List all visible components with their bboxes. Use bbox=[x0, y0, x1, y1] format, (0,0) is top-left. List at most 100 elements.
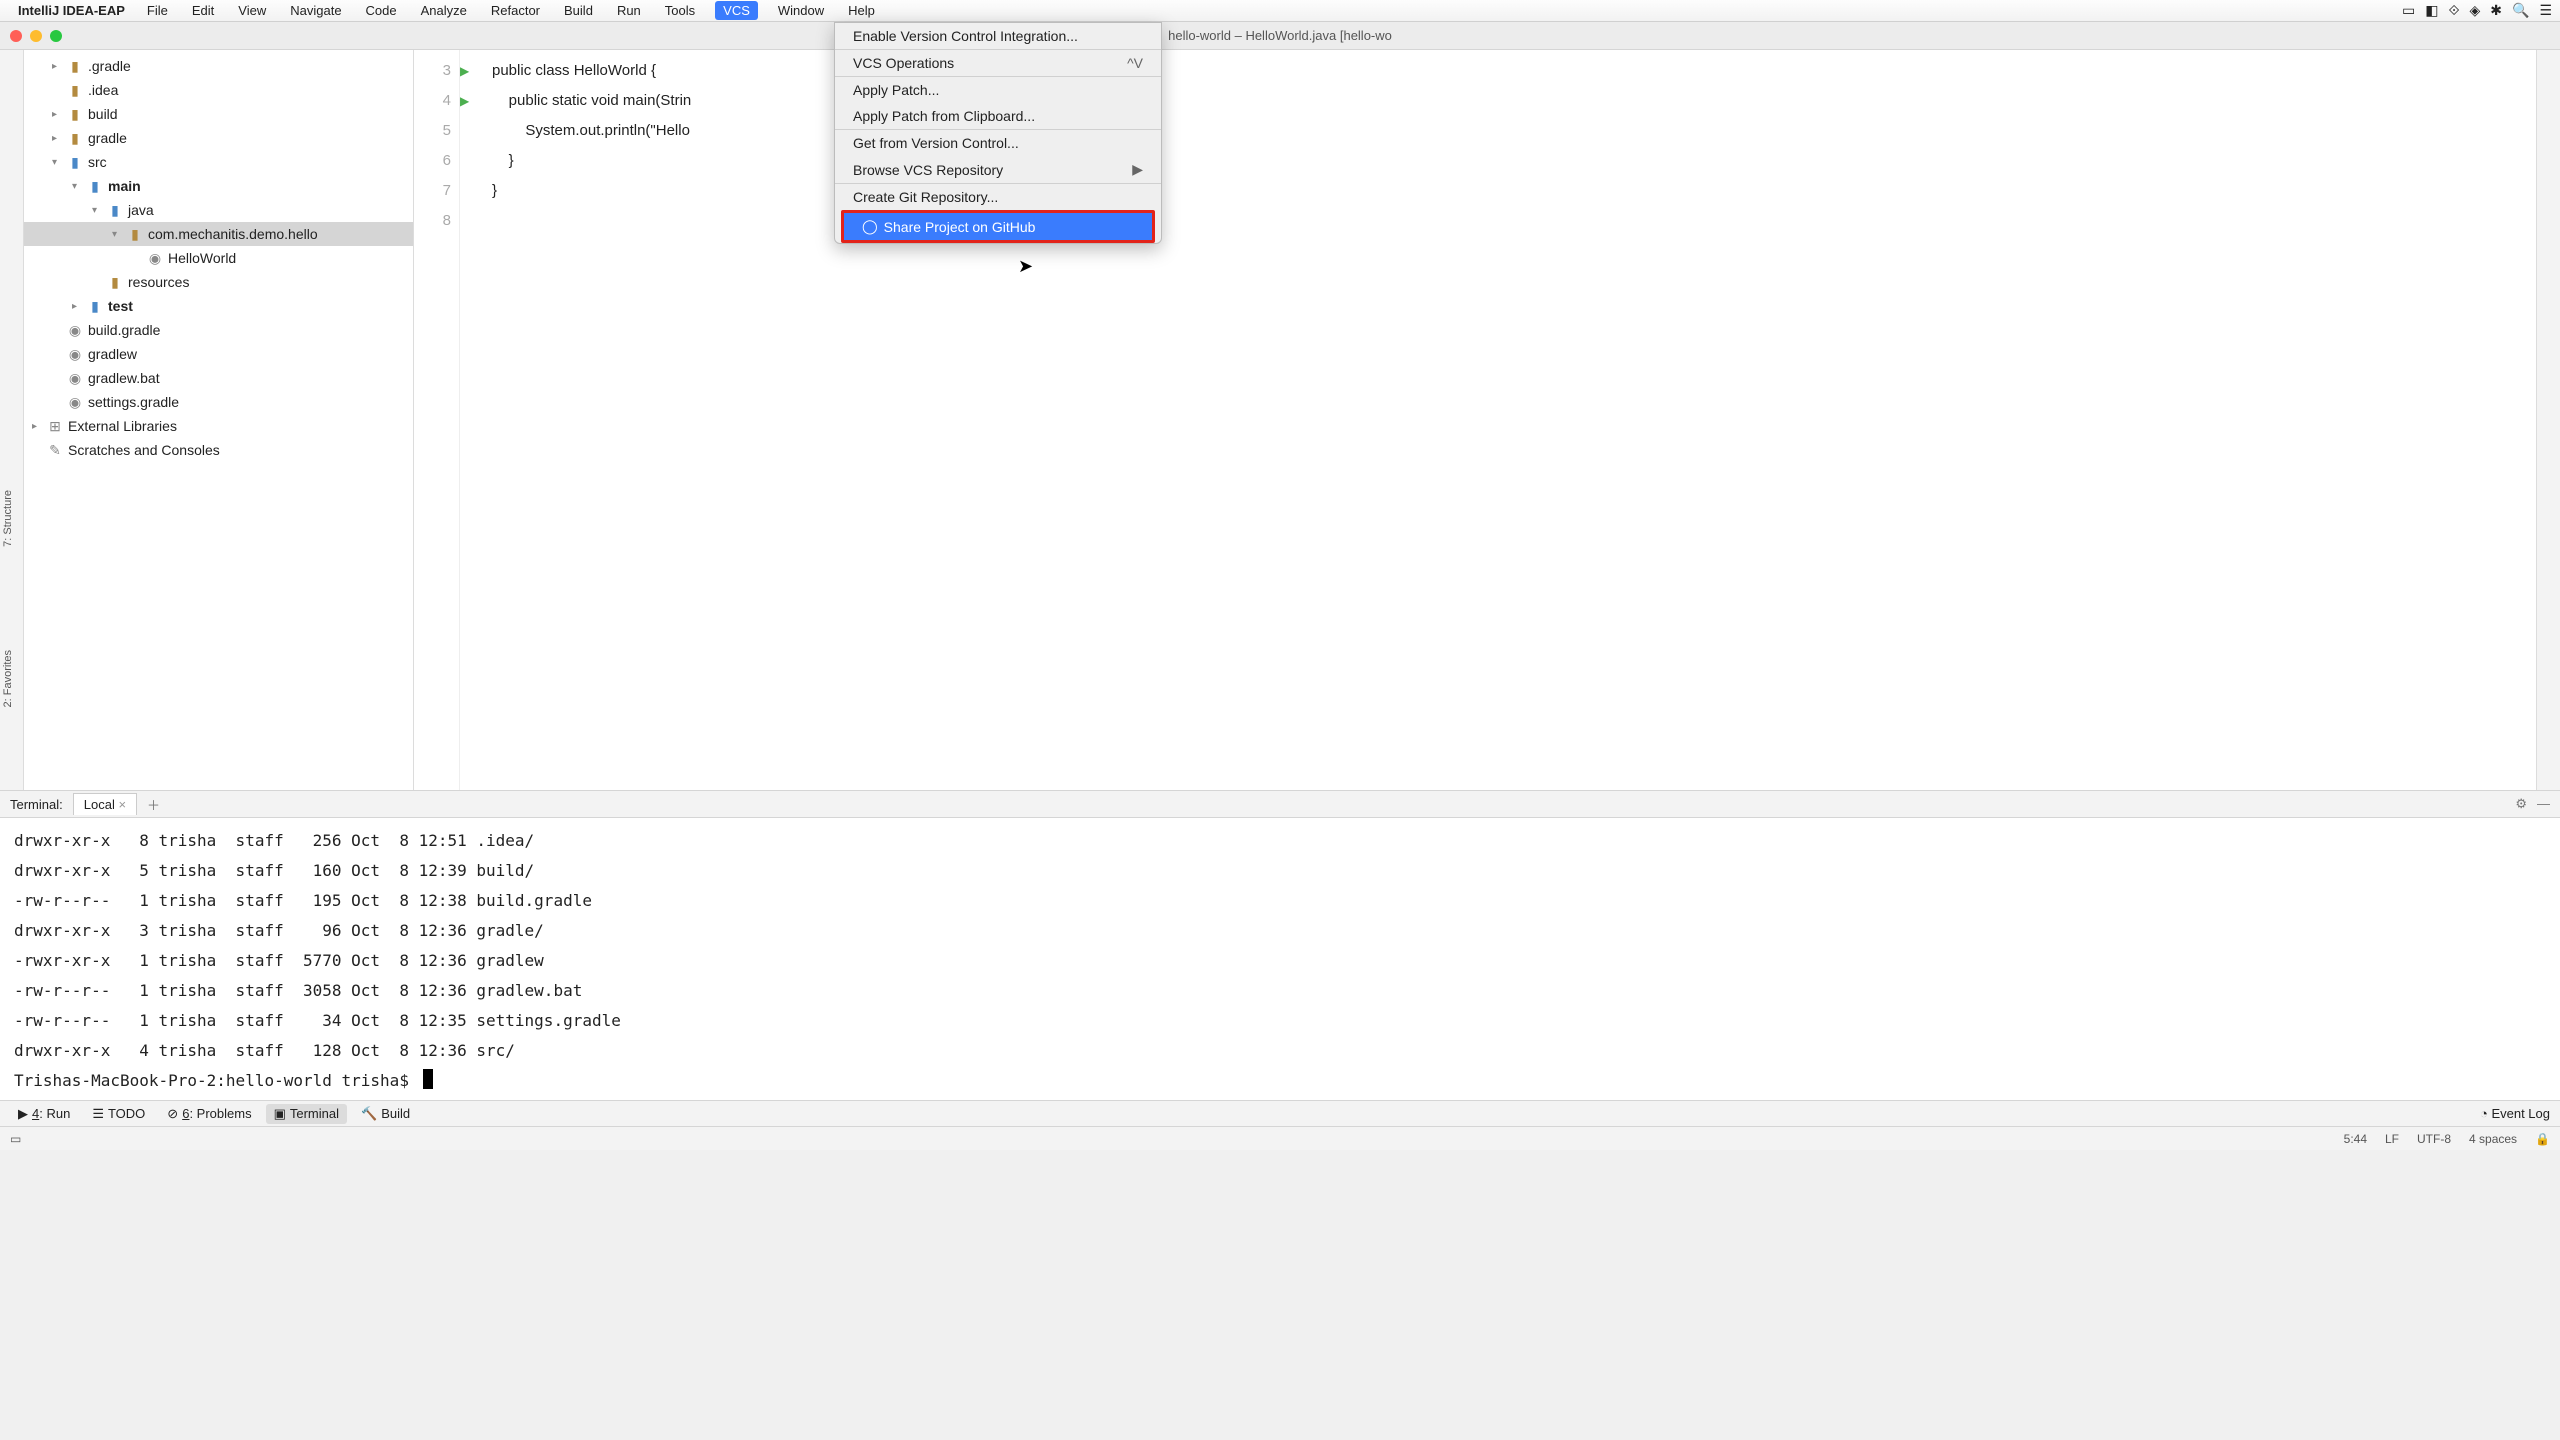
status-item[interactable]: 🔒 bbox=[2535, 1132, 2550, 1146]
tree-item[interactable]: ◉HelloWorld bbox=[24, 246, 413, 270]
terminal-hide-icon[interactable]: — bbox=[2537, 796, 2550, 812]
terminal-settings-icon[interactable]: ⚙ bbox=[2515, 796, 2527, 812]
terminal-new-tab-button[interactable]: ＋ bbox=[147, 795, 160, 814]
tool-icon: ⊘ bbox=[167, 1106, 178, 1122]
toolwindow-6-problems[interactable]: ⊘6: Problems bbox=[159, 1104, 259, 1124]
spotlight-icon[interactable]: 🔍 bbox=[2512, 2, 2529, 19]
menu-file[interactable]: File bbox=[143, 1, 172, 20]
menu-window[interactable]: Window bbox=[774, 1, 828, 20]
terminal-title: Terminal: bbox=[10, 797, 63, 812]
tree-item[interactable]: ◉settings.gradle bbox=[24, 390, 413, 414]
status-bar: ▭ 5:44 LF UTF-8 4 spaces 🔒 bbox=[0, 1126, 2560, 1150]
close-icon[interactable]: × bbox=[118, 797, 126, 812]
minimize-window-button[interactable] bbox=[30, 30, 42, 42]
menu-code[interactable]: Code bbox=[362, 1, 401, 20]
tree-item[interactable]: ▮.idea bbox=[24, 78, 413, 102]
tool-icon: 🔨 bbox=[361, 1106, 377, 1122]
close-window-button[interactable] bbox=[10, 30, 22, 42]
folder-icon: ▮ bbox=[126, 226, 144, 243]
window-title: hello-world – HelloWorld.java [hello-wo bbox=[1168, 28, 1392, 43]
toolwindow-terminal[interactable]: ▣Terminal bbox=[266, 1104, 347, 1124]
folder-blue-icon: ▮ bbox=[86, 298, 104, 315]
tree-item[interactable]: ▾▮java bbox=[24, 198, 413, 222]
folder-blue-icon: ▮ bbox=[106, 202, 124, 219]
tree-item[interactable]: ▸▮gradle bbox=[24, 126, 413, 150]
tree-item[interactable]: ▸▮.gradle bbox=[24, 54, 413, 78]
file-icon: ◉ bbox=[146, 250, 164, 267]
event-log-button[interactable]: ◔ Event Log bbox=[2480, 1106, 2550, 1121]
tree-item[interactable]: ▸▮test bbox=[24, 294, 413, 318]
folder-icon: ▮ bbox=[66, 58, 84, 75]
vcs-menu-item[interactable]: Get from Version Control... bbox=[835, 129, 1161, 156]
vcs-menu-item[interactable]: Enable Version Control Integration... bbox=[835, 23, 1161, 49]
menu-refactor[interactable]: Refactor bbox=[487, 1, 544, 20]
menu-run[interactable]: Run bbox=[613, 1, 645, 20]
status-item[interactable]: LF bbox=[2385, 1132, 2399, 1146]
tree-item[interactable]: ▮resources bbox=[24, 270, 413, 294]
menu-vcs[interactable]: VCS bbox=[715, 1, 758, 20]
menu-navigate[interactable]: Navigate bbox=[286, 1, 345, 20]
vcs-menu-share-github[interactable]: ◯Share Project on GitHub bbox=[844, 213, 1152, 240]
editor-code-area[interactable]: public class HelloWorld { public static … bbox=[478, 50, 691, 790]
menubar-status-icon[interactable]: ◈ bbox=[2469, 2, 2480, 19]
terminal-output[interactable]: drwxr-xr-x 8 trisha staff 256 Oct 8 12:5… bbox=[0, 818, 2560, 1100]
status-icon: ▭ bbox=[10, 1132, 21, 1146]
bottom-tool-buttons: ▶4: Run☰TODO⊘6: Problems▣Terminal🔨Build … bbox=[0, 1100, 2560, 1126]
toolwindow-build[interactable]: 🔨Build bbox=[353, 1104, 418, 1124]
status-item[interactable]: UTF-8 bbox=[2417, 1132, 2451, 1146]
app-name[interactable]: IntelliJ IDEA-EAP bbox=[18, 3, 125, 18]
tree-item[interactable]: ▸⊞External Libraries bbox=[24, 414, 413, 438]
menu-analyze[interactable]: Analyze bbox=[417, 1, 471, 20]
toolwindow-todo[interactable]: ☰TODO bbox=[84, 1104, 153, 1124]
control-center-icon[interactable]: ☰ bbox=[2539, 2, 2552, 19]
status-item[interactable]: 4 spaces bbox=[2469, 1132, 2517, 1146]
tree-item[interactable]: ◉gradlew bbox=[24, 342, 413, 366]
menubar-status-icon[interactable]: ▭ bbox=[2402, 2, 2415, 19]
status-item[interactable]: 5:44 bbox=[2344, 1132, 2367, 1146]
menu-build[interactable]: Build bbox=[560, 1, 597, 20]
right-tool-gutter bbox=[2536, 50, 2560, 790]
tree-item[interactable]: ▾▮src bbox=[24, 150, 413, 174]
menubar-status-icon[interactable]: ✱ bbox=[2490, 2, 2502, 19]
tool-icon: ▣ bbox=[274, 1106, 286, 1122]
zoom-window-button[interactable] bbox=[50, 30, 62, 42]
tree-item[interactable]: ▾▮com.mechanitis.demo.hello bbox=[24, 222, 413, 246]
lib-icon: ⊞ bbox=[46, 418, 64, 435]
menu-tools[interactable]: Tools bbox=[661, 1, 699, 20]
file-icon: ◉ bbox=[66, 322, 84, 339]
tree-item[interactable]: ✎Scratches and Consoles bbox=[24, 438, 413, 462]
vcs-menu-item[interactable]: VCS Operations^V bbox=[835, 49, 1161, 76]
ide-body: 7: Structure 2: Favorites ▸▮.gradle▮.ide… bbox=[0, 50, 2560, 790]
file-icon: ◉ bbox=[66, 370, 84, 387]
menu-help[interactable]: Help bbox=[844, 1, 879, 20]
sidebar-favorites-button[interactable]: 2: Favorites bbox=[2, 650, 14, 707]
tree-item[interactable]: ◉gradlew.bat bbox=[24, 366, 413, 390]
toolwindow-4-run[interactable]: ▶4: Run bbox=[10, 1104, 78, 1124]
project-tree[interactable]: ▸▮.gradle▮.idea▸▮build▸▮gradle▾▮src▾▮mai… bbox=[24, 50, 414, 790]
vcs-menu-item[interactable]: Create Git Repository... bbox=[835, 183, 1161, 210]
menu-edit[interactable]: Edit bbox=[188, 1, 218, 20]
code-editor[interactable]: 345678 ▶▶ public class HelloWorld { publ… bbox=[414, 50, 2536, 790]
folder-icon: ▮ bbox=[66, 106, 84, 123]
vcs-menu-item[interactable]: Apply Patch... bbox=[835, 76, 1161, 103]
vcs-menu-item[interactable]: Browse VCS Repository▶ bbox=[835, 156, 1161, 183]
window-titlebar: hello-world – HelloWorld.java [hello-wo bbox=[0, 22, 2560, 50]
menubar-status-icon[interactable]: ◧ bbox=[2425, 2, 2438, 19]
tree-item[interactable]: ▸▮build bbox=[24, 102, 413, 126]
tree-item[interactable]: ▾▮main bbox=[24, 174, 413, 198]
dropbox-icon[interactable]: ⟐ bbox=[2448, 2, 2459, 19]
terminal-cursor bbox=[423, 1069, 433, 1089]
github-icon: ◯ bbox=[862, 218, 878, 235]
editor-run-gutter[interactable]: ▶▶ bbox=[460, 50, 478, 790]
vcs-menu-item[interactable]: Apply Patch from Clipboard... bbox=[835, 103, 1161, 129]
left-tool-gutter: 7: Structure 2: Favorites bbox=[0, 50, 24, 790]
tree-item[interactable]: ◉build.gradle bbox=[24, 318, 413, 342]
scratch-icon: ✎ bbox=[46, 442, 64, 459]
folder-blue-icon: ▮ bbox=[66, 154, 84, 171]
folder-icon: ▮ bbox=[66, 130, 84, 147]
menu-view[interactable]: View bbox=[234, 1, 270, 20]
terminal-tab-local[interactable]: Local × bbox=[73, 793, 137, 815]
mouse-cursor-icon: ➤ bbox=[1018, 256, 1033, 277]
tool-icon: ▶ bbox=[18, 1106, 28, 1122]
sidebar-structure-button[interactable]: 7: Structure bbox=[2, 490, 14, 547]
